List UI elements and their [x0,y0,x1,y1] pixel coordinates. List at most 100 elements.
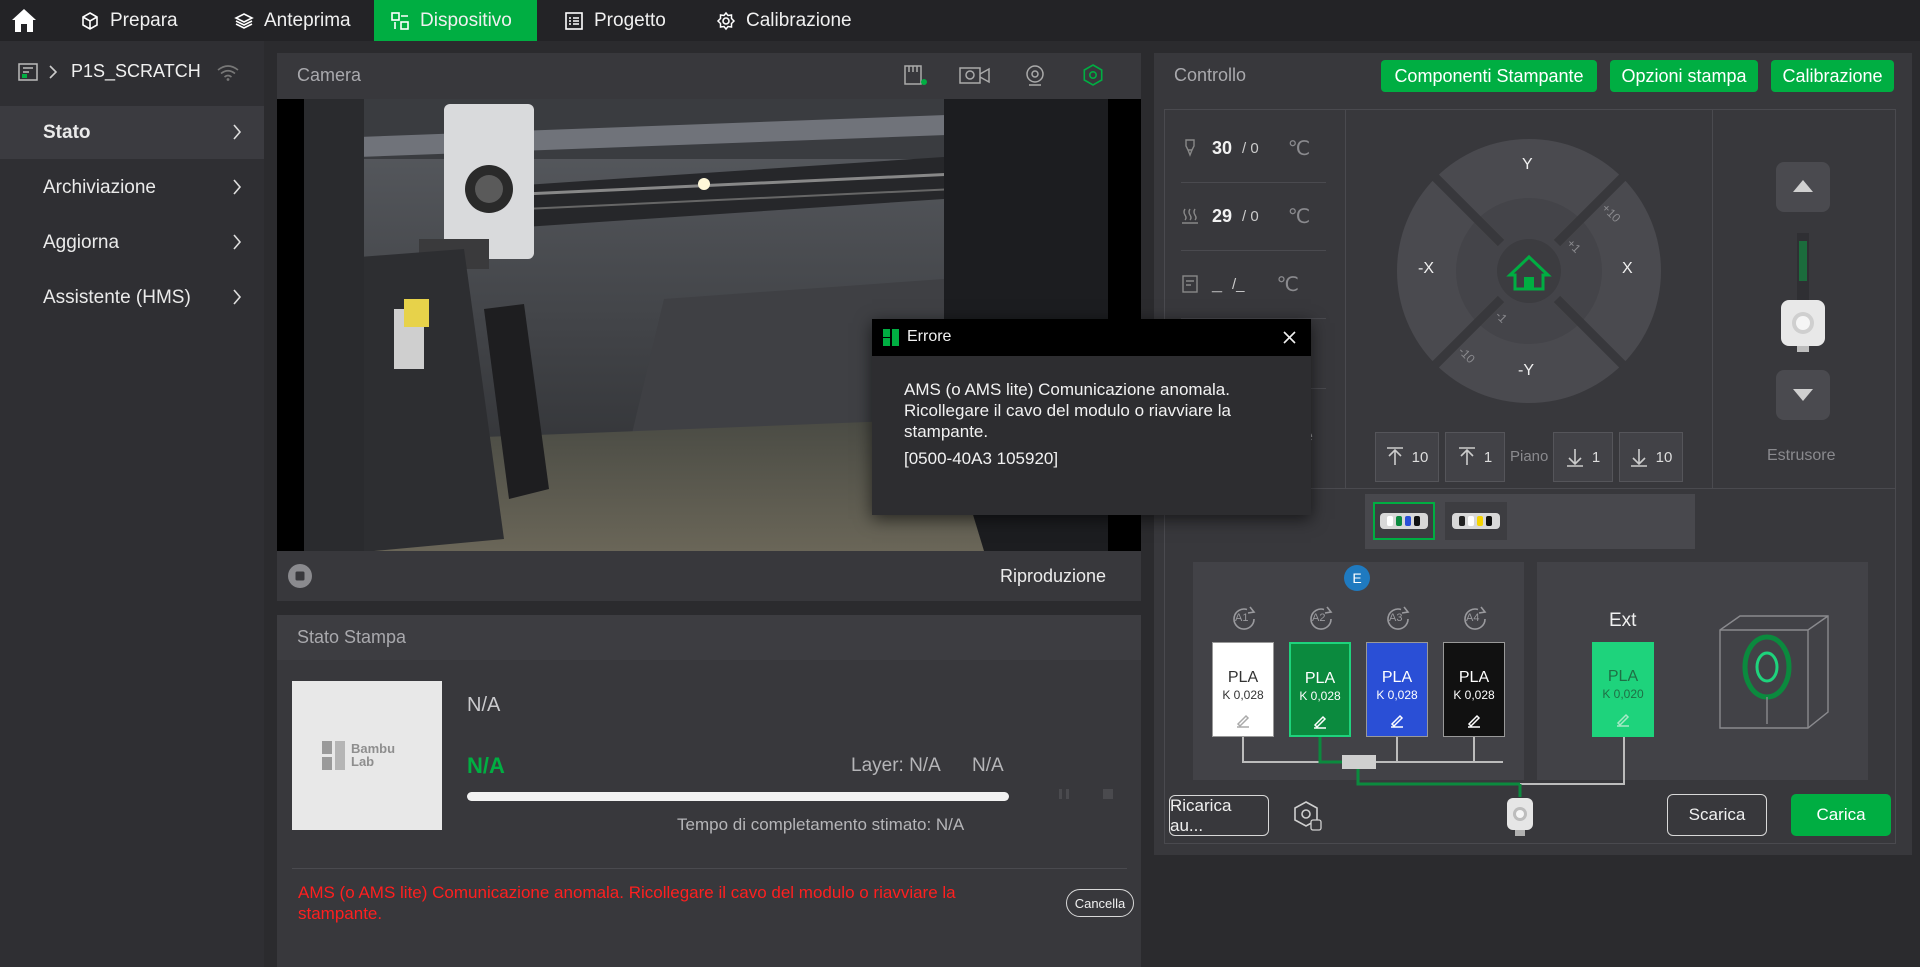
sidebar-item-archiviazione[interactable]: Archiviazione [0,161,264,214]
extruder-down-button[interactable] [1776,370,1830,420]
arrow-down-icon [1630,449,1647,467]
chamber-temp[interactable]: _ /_ ℃ [1180,259,1325,309]
tab-label: Anteprima [264,9,351,31]
z-up-10-button[interactable]: 10 [1375,432,1439,482]
nozzle-unit: ℃ [1287,137,1311,160]
slot-a2-refresh-icon[interactable]: A2 [1306,604,1336,634]
divider [1181,250,1326,251]
slot-a1-refresh-icon[interactable]: A1 [1229,604,1259,634]
slot-material: PLA [1381,669,1413,686]
ams-unit-icon [1452,513,1500,529]
sidebar-item-stato[interactable]: Stato [0,106,264,159]
ams-slot-a4[interactable]: PLA K 0,028 [1443,642,1505,737]
load-button[interactable]: Carica [1791,794,1891,836]
cancel-button[interactable]: Cancella [1066,889,1134,917]
bed-temp[interactable]: 29 / 0 ℃ [1180,191,1325,241]
ams-unit-2[interactable] [1445,502,1507,540]
tab-progetto[interactable]: Progetto [548,0,682,41]
edit-icon[interactable] [1466,712,1482,728]
triangle-down-icon [1793,389,1813,401]
z-up-1-button[interactable]: 1 [1445,432,1505,482]
error-dialog: Errore AMS (o AMS lite) Comunicazione an… [872,319,1311,515]
dialog-message: AMS (o AMS lite) Comunicazione anomala. … [904,380,1231,441]
list-icon [565,11,583,30]
error-message: AMS (o AMS lite) Comunicazione anomala. … [298,883,956,923]
jog-x-plus[interactable]: X [1622,260,1633,278]
calibration-button[interactable]: Calibrazione [1771,60,1894,92]
nozzle-current: 30 [1212,137,1233,158]
bed-current: 29 [1212,205,1233,226]
tab-anteprima[interactable]: Anteprima [218,0,367,41]
printer-components-button[interactable]: Componenti Stampante [1381,60,1597,92]
gear-icon [716,11,736,30]
eta-label: Tempo di completamento stimato: N/A [677,815,965,834]
job-name: N/A [467,694,501,716]
jog-y-minus[interactable]: -Y [1518,362,1534,380]
ams-settings-icon[interactable] [1292,800,1324,832]
z-down-1-label: 1 [1591,448,1601,466]
arrow-down-icon [1566,449,1583,467]
wifi-icon [217,65,239,81]
jog-y-plus[interactable]: Y [1522,156,1533,174]
tab-label: Prepara [110,9,178,31]
chevron-right-icon [233,234,242,250]
sidebar-item-assistente[interactable]: Assistente (HMS) [0,271,264,324]
ext-spool-slot[interactable]: PLA K 0,020 [1592,642,1654,737]
webcam-icon[interactable] [1024,64,1046,86]
tab-label: Progetto [594,9,666,31]
z-down-1-button[interactable]: 1 [1553,432,1613,482]
chevron-right-icon [233,289,242,305]
layer-label: Layer: N/A [851,755,941,776]
z-down-10-button[interactable]: 10 [1619,432,1683,482]
playback-button[interactable]: Riproduzione [1000,566,1106,587]
dialog-error-code: [0500-40A3 105920] [904,449,1059,468]
tab-calibrazione[interactable]: Calibrazione [700,0,868,41]
sd-card-icon[interactable] [903,64,929,86]
close-icon[interactable] [1282,330,1297,345]
slot-a3-refresh-icon[interactable]: A3 [1383,604,1413,634]
ams-unit-icon [1380,513,1428,529]
edit-icon[interactable] [1389,712,1405,728]
auto-reload-button[interactable]: Ricarica au... [1169,795,1269,836]
tab-label: Calibrazione [746,9,852,31]
nozzle-temp[interactable]: 30 / 0 ℃ [1180,123,1325,173]
triangle-up-icon [1793,180,1813,192]
edit-icon[interactable] [1615,711,1631,727]
sidebar-item-label: Assistente (HMS) [43,286,191,308]
edit-icon[interactable] [1235,712,1251,728]
camera-settings-icon[interactable] [1082,64,1104,86]
printer-selector[interactable]: P1S_SCRATCH [0,41,264,103]
slot-k-value: K 0,028 [1376,688,1418,702]
ams-slot-a3[interactable]: PLA K 0,028 [1366,642,1428,737]
edit-icon[interactable] [1312,713,1328,729]
tab-dispositivo[interactable]: Dispositivo [374,0,537,41]
pause-stop-icons[interactable] [1059,787,1119,801]
remaining-time: N/A [972,755,1004,776]
ams-slot-a1[interactable]: PLA K 0,028 [1212,642,1274,737]
ext-label: Ext [1609,610,1637,631]
arrow-up-icon [1386,447,1403,465]
dialog-titlebar: Errore [872,319,1311,356]
home-icon[interactable] [8,4,40,36]
extruder-up-button[interactable] [1776,162,1830,212]
print-status-title: Stato Stampa [297,627,407,647]
sidebar-item-label: Aggiorna [43,231,120,253]
print-options-button[interactable]: Opzioni stampa [1610,60,1758,92]
slot-k-value: K 0,028 [1222,688,1264,702]
chevron-right-icon [233,179,242,195]
jog-x-minus[interactable]: -X [1418,260,1434,278]
slot-id: A4 [1466,612,1480,624]
z-up-1-label: 1 [1483,448,1493,466]
sidebar-item-label: Archiviazione [43,176,156,198]
ams-unit-1[interactable] [1373,502,1435,540]
ams-slot-a2[interactable]: PLA K 0,028 [1289,642,1351,737]
sidebar-item-aggiorna[interactable]: Aggiorna [0,216,264,269]
print-thumbnail: Bambu Lab [292,681,442,830]
stop-record-icon[interactable] [287,563,313,589]
chevron-right-icon [233,124,242,140]
slot-a4-refresh-icon[interactable]: A4 [1460,604,1490,634]
unload-button[interactable]: Scarica [1667,794,1767,836]
video-camera-icon[interactable] [958,64,992,86]
extruder-track [1797,233,1809,301]
tab-prepara[interactable]: Prepara [64,0,194,41]
